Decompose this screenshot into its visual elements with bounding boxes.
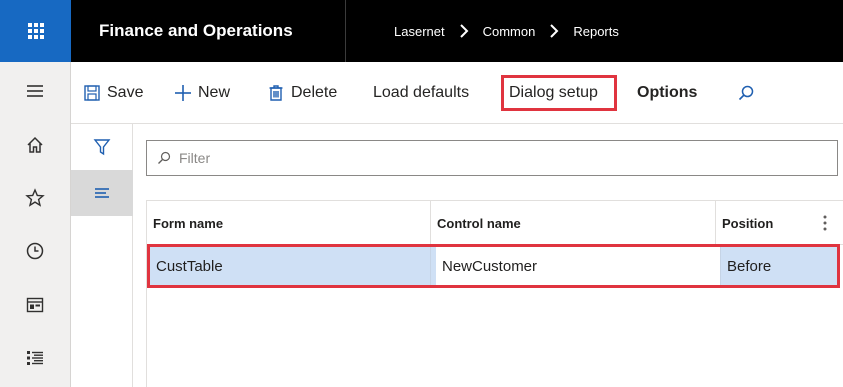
app-launcher-icon	[27, 23, 44, 39]
dialog-setup-highlight	[501, 75, 617, 111]
clock-icon	[26, 242, 44, 260]
new-button[interactable]: New	[174, 81, 230, 105]
filter-box	[146, 140, 838, 176]
chevron-right-icon	[459, 24, 469, 38]
recent-button[interactable]	[24, 240, 46, 262]
filter-pane-button[interactable]	[71, 124, 133, 170]
filter-input[interactable]	[179, 150, 779, 166]
plus-icon	[175, 85, 191, 101]
action-pane: Save New Delete Load defaults Dialog set…	[71, 62, 843, 124]
app-launcher-button[interactable]	[0, 0, 71, 62]
modules-list-icon	[27, 351, 43, 365]
row-highlight	[147, 244, 840, 288]
menu-icon	[27, 85, 43, 97]
home-button[interactable]	[24, 134, 46, 156]
search-icon	[738, 85, 754, 101]
column-options-button[interactable]	[817, 211, 833, 235]
breadcrumb-item-lasernet[interactable]: Lasernet	[394, 24, 445, 39]
column-header-control-name[interactable]: Control name	[431, 201, 716, 245]
list-lines-icon	[95, 188, 109, 198]
star-icon	[25, 188, 45, 207]
data-grid: Form name Control name Position CustTabl…	[146, 200, 843, 387]
column-header-form-name[interactable]: Form name	[147, 201, 431, 245]
workspaces-button[interactable]	[24, 294, 46, 316]
list-view-button[interactable]	[71, 170, 133, 216]
secondary-rail	[71, 124, 133, 387]
load-defaults-button[interactable]: Load defaults	[373, 81, 469, 105]
save-icon	[84, 85, 100, 101]
delete-button[interactable]: Delete	[267, 81, 337, 105]
favorites-button[interactable]	[24, 187, 46, 209]
more-vertical-icon	[823, 215, 827, 231]
save-button[interactable]: Save	[83, 81, 143, 105]
save-label: Save	[107, 84, 144, 101]
delete-label: Delete	[291, 84, 338, 101]
funnel-icon	[93, 139, 111, 156]
chevron-right-icon	[550, 24, 559, 38]
top-navigation-bar: Finance and Operations Lasernet Common R…	[0, 0, 843, 62]
workspace-icon	[26, 297, 44, 313]
column-header-position[interactable]: Position	[716, 201, 806, 245]
trash-icon	[269, 85, 283, 101]
breadcrumb: Lasernet Common Reports	[394, 0, 619, 62]
navigation-pane	[0, 62, 71, 387]
search-button[interactable]	[737, 81, 761, 105]
breadcrumb-item-common[interactable]: Common	[483, 24, 536, 39]
modules-button[interactable]	[24, 347, 46, 369]
app-title[interactable]: Finance and Operations	[71, 0, 346, 62]
menu-button[interactable]	[24, 80, 46, 102]
search-icon	[158, 151, 171, 164]
options-button[interactable]: Options	[637, 81, 697, 105]
new-label: New	[198, 84, 231, 101]
home-icon	[27, 136, 43, 153]
breadcrumb-item-reports[interactable]: Reports	[573, 24, 619, 39]
grid-header: Form name Control name Position	[147, 201, 843, 245]
